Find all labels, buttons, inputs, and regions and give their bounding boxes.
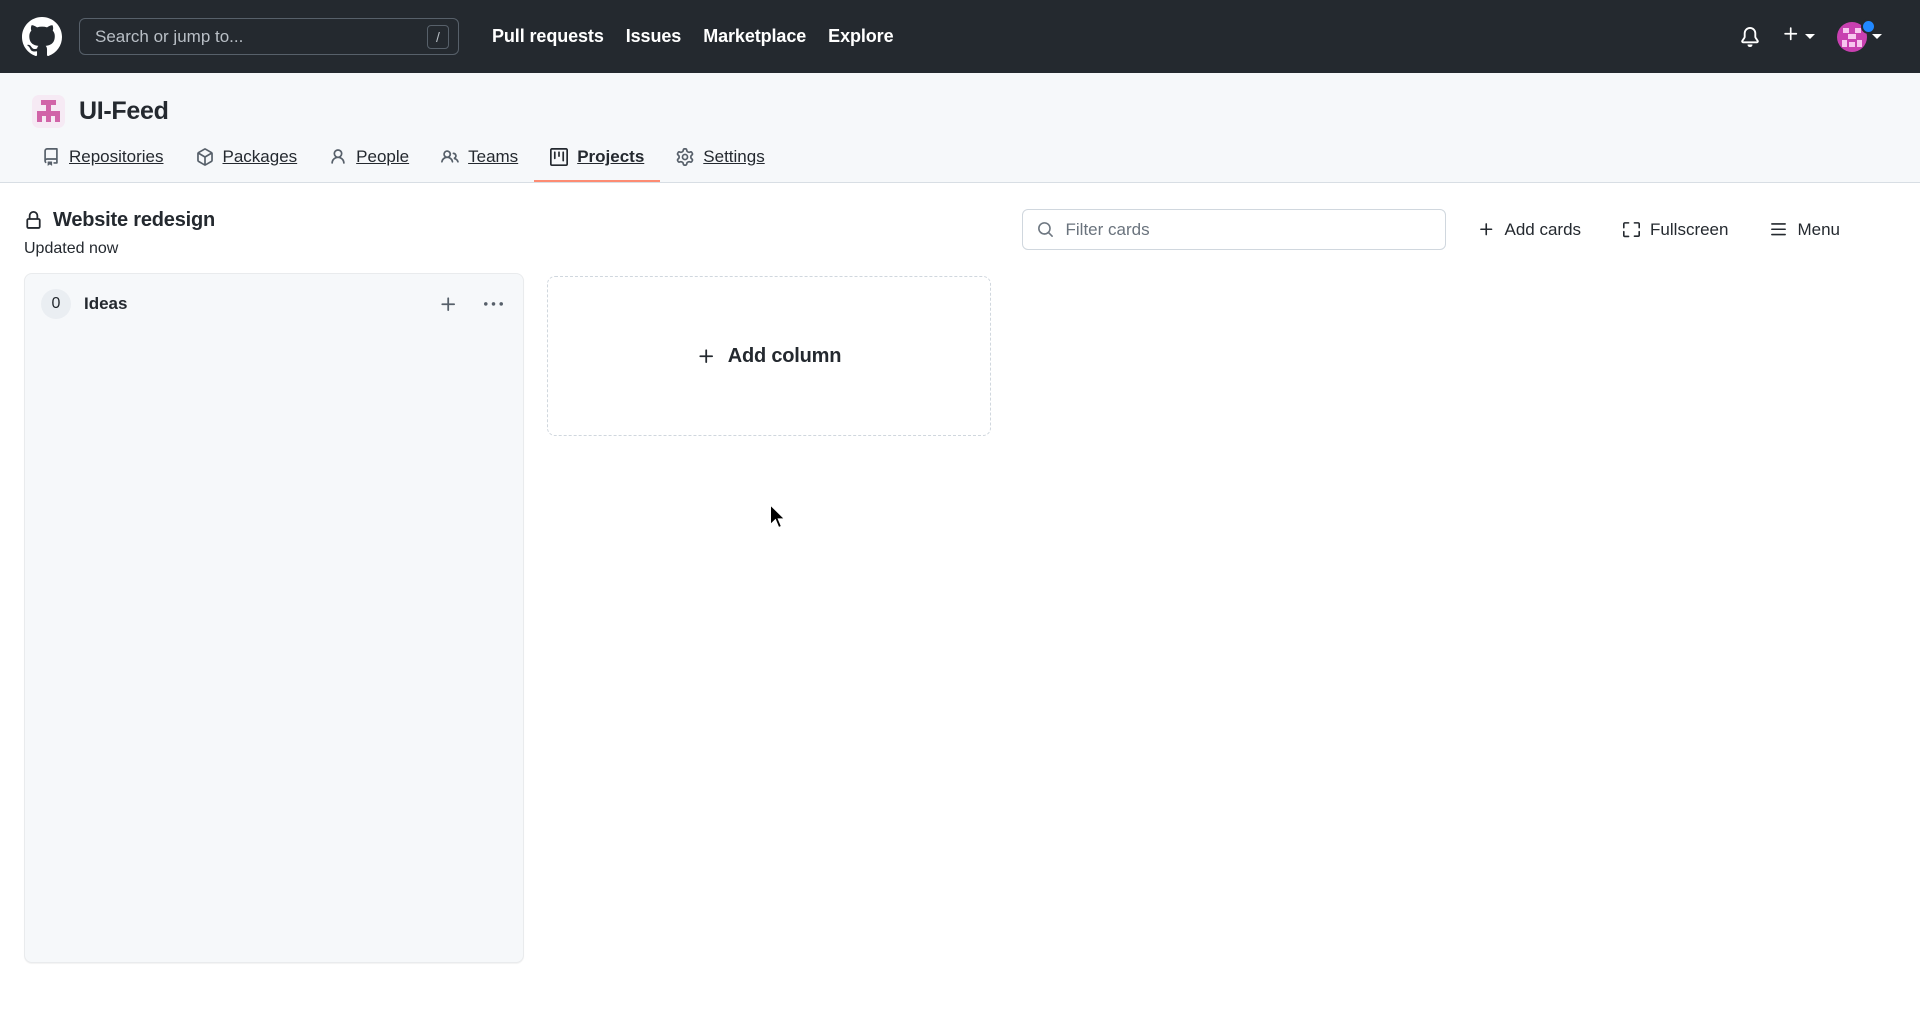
nav-marketplace[interactable]: Marketplace: [703, 26, 806, 47]
create-new-button[interactable]: [1770, 21, 1823, 52]
package-icon: [196, 148, 214, 166]
screen-full-icon: [1623, 221, 1641, 238]
project-updated-text: Updated now: [24, 240, 119, 257]
project-title-row: Website redesign: [24, 209, 215, 232]
project-heading: Website redesign Updated now: [24, 209, 215, 258]
tab-label: Packages: [222, 147, 298, 166]
column-card-list[interactable]: [25, 334, 523, 962]
nav-explore[interactable]: Explore: [828, 26, 893, 47]
org-title-row: UI-Feed: [0, 95, 1920, 128]
global-nav: Pull requests Issues Marketplace Explore: [492, 26, 894, 47]
search-input[interactable]: Search or jump to... /: [79, 18, 459, 55]
project-toolbar: Website redesign Updated now Filter card…: [0, 183, 1920, 269]
add-column-button[interactable]: Add column: [547, 276, 991, 436]
add-column-label: Add column: [727, 344, 842, 367]
page-title: Website redesign: [53, 209, 216, 231]
person-icon: [329, 148, 347, 166]
tab-teams[interactable]: Teams: [425, 147, 534, 182]
tab-label: Projects: [577, 147, 645, 166]
board-column-ideas[interactable]: 0 Ideas: [24, 273, 524, 963]
user-menu-button[interactable]: [1823, 18, 1888, 56]
people-icon: [441, 148, 459, 166]
add-cards-button[interactable]: Add cards: [1468, 212, 1592, 248]
project-toolbar-actions: Filter cards Add cards Fullscreen Menu: [1021, 209, 1897, 250]
column-more-menu-button[interactable]: [477, 288, 509, 320]
menu-button[interactable]: Menu: [1760, 212, 1850, 248]
org-name: UI-Feed: [79, 97, 169, 125]
filter-cards-placeholder: Filter cards: [1065, 219, 1150, 239]
tab-label: Settings: [703, 147, 765, 166]
plus-icon: [1478, 221, 1495, 238]
add-cards-label: Add cards: [1504, 219, 1582, 239]
filter-cards-input[interactable]: Filter cards: [1021, 209, 1446, 250]
chevron-down-icon: [1872, 34, 1882, 39]
org-header: UI-Feed Repositories Packages People Tea…: [0, 73, 1920, 183]
chevron-down-icon: [1805, 34, 1815, 39]
tab-settings[interactable]: Settings: [660, 147, 780, 182]
column-header: 0 Ideas: [25, 274, 523, 334]
tab-projects[interactable]: Projects: [534, 147, 661, 182]
column-title[interactable]: Ideas: [84, 294, 419, 314]
github-mark-icon: [22, 16, 62, 57]
add-card-button[interactable]: [432, 288, 464, 320]
hamburger-icon: [1770, 221, 1787, 238]
org-avatar-icon: [32, 95, 65, 128]
plus-icon: [697, 347, 716, 366]
tab-label: People: [356, 147, 410, 166]
gear-icon: [676, 148, 694, 166]
tab-repositories[interactable]: Repositories: [26, 147, 180, 182]
fullscreen-button[interactable]: Fullscreen: [1613, 212, 1738, 248]
project-icon: [550, 148, 569, 166]
notifications-button[interactable]: [1730, 23, 1770, 51]
column-card-count: 0: [41, 289, 71, 319]
repo-icon: [42, 148, 60, 166]
tab-label: Repositories: [69, 147, 164, 166]
tab-label: Teams: [468, 147, 519, 166]
plus-icon: [1782, 25, 1800, 48]
nav-pull-requests[interactable]: Pull requests: [492, 26, 604, 47]
bell-icon: [1740, 26, 1760, 47]
tab-packages[interactable]: Packages: [180, 147, 314, 182]
org-tabs: Repositories Packages People Teams Proje: [0, 147, 1920, 182]
search-icon: [1037, 221, 1054, 238]
fullscreen-label: Fullscreen: [1650, 219, 1729, 239]
header-actions: [1730, 18, 1900, 56]
global-header: Search or jump to... / Pull requests Iss…: [0, 0, 1920, 73]
menu-label: Menu: [1797, 219, 1840, 239]
nav-issues[interactable]: Issues: [626, 26, 682, 47]
project-board: 0 Ideas Add column: [0, 273, 1920, 963]
tab-people[interactable]: People: [313, 147, 425, 182]
github-logo-link[interactable]: [22, 16, 62, 57]
search-shortcut-key: /: [427, 24, 449, 49]
status-badge: [1861, 18, 1876, 34]
search-placeholder: Search or jump to...: [95, 28, 244, 45]
lock-icon: [24, 211, 43, 230]
